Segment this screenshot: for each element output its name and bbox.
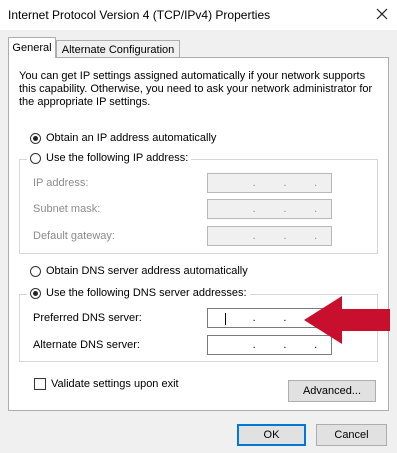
radio-use-following-ip-label: Use the following IP address: <box>46 152 189 164</box>
close-icon <box>376 8 388 20</box>
cancel-button[interactable]: Cancel <box>316 424 387 446</box>
advanced-button[interactable]: Advanced... <box>288 380 376 402</box>
radio-button-unselected[interactable] <box>30 265 41 277</box>
radio-obtain-ip-auto-label: Obtain an IP address automatically <box>46 132 217 144</box>
default-gateway-input[interactable]: ... <box>207 226 332 246</box>
radio-obtain-ip-auto[interactable]: Obtain an IP address automatically <box>30 132 216 144</box>
ip-address-input[interactable]: ... <box>207 173 332 193</box>
radio-button-unselected[interactable] <box>30 152 41 164</box>
radio-button-selected[interactable] <box>30 132 41 144</box>
alternate-dns-label: Alternate DNS server: <box>33 339 140 351</box>
radio-use-following-ip[interactable]: Use the following IP address: <box>27 152 192 164</box>
validate-settings-checkbox[interactable]: Validate settings upon exit <box>34 378 179 390</box>
tab-general-label: General <box>12 42 52 54</box>
tab-alternate-configuration[interactable]: Alternate Configuration <box>56 40 180 58</box>
default-gateway-label: Default gateway: <box>33 230 115 242</box>
validate-settings-label: Validate settings upon exit <box>51 378 179 390</box>
checkbox-unchecked[interactable] <box>34 378 46 390</box>
arrow-icon <box>304 296 390 344</box>
radio-obtain-dns-auto[interactable]: Obtain DNS server address automatically <box>30 265 248 277</box>
tab-alternate-configuration-label: Alternate Configuration <box>61 43 175 56</box>
radio-obtain-dns-auto-label: Obtain DNS server address automatically <box>46 265 248 277</box>
radio-dot <box>33 290 38 296</box>
close-button[interactable] <box>370 3 394 25</box>
radio-use-following-dns-label: Use the following DNS server addresses: <box>46 287 247 299</box>
ip-address-label: IP address: <box>33 177 89 189</box>
subnet-mask-input[interactable]: ... <box>207 199 332 219</box>
radio-button-selected[interactable] <box>30 287 41 299</box>
subnet-mask-label: Subnet mask: <box>33 203 101 215</box>
radio-dot <box>33 135 38 141</box>
radio-use-following-dns[interactable]: Use the following DNS server addresses: <box>27 287 250 299</box>
tab-general[interactable]: General <box>8 37 56 58</box>
preferred-dns-label: Preferred DNS server: <box>33 312 142 324</box>
ok-button[interactable]: OK <box>237 424 306 446</box>
text-caret <box>225 313 226 325</box>
window-title: Internet Protocol Version 4 (TCP/IPv4) P… <box>8 8 271 22</box>
description-text: You can get IP settings assigned automat… <box>19 70 373 108</box>
